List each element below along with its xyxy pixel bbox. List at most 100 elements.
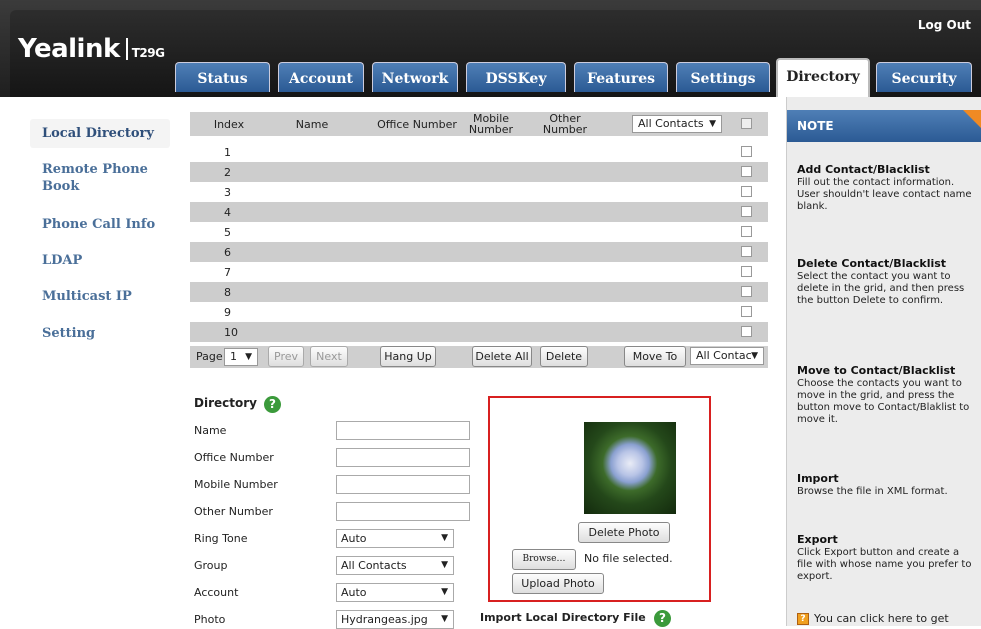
prev-button[interactable]: Prev — [268, 346, 304, 367]
next-button[interactable]: Next — [310, 346, 348, 367]
sidebar-item-local-directory[interactable]: Local Directory — [30, 119, 170, 148]
sidebar-item-ldap[interactable]: LDAP — [42, 252, 82, 269]
move-to-button[interactable]: Move To — [624, 346, 686, 367]
group-label: Group — [194, 559, 228, 572]
row-checkbox[interactable] — [741, 146, 752, 157]
tab-features[interactable]: Features — [574, 62, 668, 92]
row-checkbox[interactable] — [741, 246, 752, 257]
logout-link[interactable]: Log Out — [918, 18, 971, 32]
chevron-down-icon: ▼ — [441, 560, 448, 570]
table-row[interactable]: 3 — [190, 182, 768, 202]
row-checkbox[interactable] — [741, 286, 752, 297]
tab-directory[interactable]: Directory — [776, 58, 870, 97]
note-section-text: Click Export button and create a file wi… — [797, 547, 972, 582]
note-title: NOTE — [797, 119, 834, 133]
contacts-filter-value: All Contacts — [638, 117, 704, 130]
tab-account[interactable]: Account — [278, 62, 364, 92]
row-checkbox[interactable] — [741, 166, 752, 177]
logo-model: T29G — [131, 46, 165, 60]
tip-link[interactable]: You can click here to get — [814, 613, 981, 625]
ring-tone-select[interactable]: Auto ▼ — [336, 529, 454, 548]
tab-security[interactable]: Security — [876, 62, 972, 92]
row-index: 7 — [224, 266, 231, 279]
note-section-title: Export — [797, 533, 838, 546]
tab-status[interactable]: Status — [175, 62, 270, 92]
contact-photo — [584, 422, 676, 514]
sidebar-item-multicast-ip[interactable]: Multicast IP — [42, 288, 132, 305]
row-checkbox[interactable] — [741, 326, 752, 337]
directory-form-title: Directory — [194, 396, 257, 410]
delete-all-button[interactable]: Delete All — [472, 346, 532, 367]
note-corner-flag — [963, 110, 981, 128]
chevron-down-icon: ▼ — [441, 533, 448, 543]
photo-value: Hydrangeas.jpg — [341, 613, 428, 626]
ring-tone-label: Ring Tone — [194, 532, 248, 545]
table-row[interactable]: 6 — [190, 242, 768, 262]
group-select[interactable]: All Contacts ▼ — [336, 556, 454, 575]
other-number-field[interactable] — [336, 502, 470, 521]
note-section-title: Add Contact/Blacklist — [797, 163, 930, 176]
contacts-filter-select[interactable]: All Contacts ▼ — [632, 115, 722, 133]
grid-header: Index Name Office Number Mobile Number O… — [190, 112, 768, 136]
photo-select[interactable]: Hydrangeas.jpg ▼ — [336, 610, 454, 629]
chevron-down-icon: ▼ — [441, 587, 448, 597]
sidebar: Local Directory Remote Phone Book Phone … — [10, 97, 178, 626]
table-row[interactable]: 7 — [190, 262, 768, 282]
row-index: 4 — [224, 206, 231, 219]
photo-upload-panel: Delete Photo Browse… No file selected. U… — [488, 396, 711, 602]
delete-button[interactable]: Delete — [540, 346, 588, 367]
table-row[interactable]: 8 — [190, 282, 768, 302]
tip-icon: ? — [797, 613, 809, 625]
col-mobile-number: Mobile Number — [468, 112, 514, 136]
chevron-down-icon: ▼ — [441, 614, 448, 624]
hang-up-button[interactable]: Hang Up — [380, 346, 436, 367]
note-section-text: Fill out the contact information. User s… — [797, 177, 972, 212]
delete-photo-button[interactable]: Delete Photo — [578, 522, 670, 543]
import-help-icon[interactable]: ? — [654, 610, 671, 627]
row-index: 9 — [224, 306, 231, 319]
move-target-select[interactable]: All Contac ▼ — [690, 347, 764, 365]
header-bar: Yealink T29G Log Out Status Account Netwo… — [0, 0, 981, 97]
row-checkbox[interactable] — [741, 186, 752, 197]
sidebar-item-remote-phone-book[interactable]: Remote Phone Book — [42, 161, 152, 195]
row-checkbox[interactable] — [741, 206, 752, 217]
row-checkbox[interactable] — [741, 306, 752, 317]
group-value: All Contacts — [341, 559, 407, 572]
select-all-checkbox[interactable] — [741, 118, 752, 129]
row-index: 8 — [224, 286, 231, 299]
table-row[interactable]: 5 — [190, 222, 768, 242]
mobile-number-field[interactable] — [336, 475, 470, 494]
tab-dsskey[interactable]: DSSKey — [466, 62, 566, 92]
col-index: Index — [213, 117, 245, 131]
tab-network[interactable]: Network — [372, 62, 458, 92]
note-section-text: Browse the file in XML format. — [797, 486, 948, 497]
table-row[interactable]: 10 — [190, 322, 768, 342]
table-row[interactable]: 4 — [190, 202, 768, 222]
photo-label: Photo — [194, 613, 226, 626]
page-select[interactable]: 1 ▼ — [224, 348, 258, 366]
logo-separator — [125, 38, 128, 60]
table-row[interactable]: 9 — [190, 302, 768, 322]
col-other-number: Other Number — [542, 112, 588, 136]
row-index: 5 — [224, 226, 231, 239]
row-checkbox[interactable] — [741, 226, 752, 237]
tab-settings[interactable]: Settings — [676, 62, 770, 92]
upload-photo-button[interactable]: Upload Photo — [512, 573, 604, 594]
row-index: 10 — [224, 326, 238, 339]
name-field[interactable] — [336, 421, 470, 440]
row-checkbox[interactable] — [741, 266, 752, 277]
table-row[interactable]: 2 — [190, 162, 768, 182]
sidebar-item-setting[interactable]: Setting — [42, 325, 95, 342]
chevron-down-icon: ▼ — [751, 351, 758, 361]
help-icon[interactable]: ? — [264, 396, 281, 413]
note-section-text: Select the contact you want to delete in… — [797, 271, 965, 306]
other-number-label: Other Number — [194, 505, 273, 518]
browse-button[interactable]: Browse… — [512, 549, 576, 570]
logo-text: Yealink — [18, 34, 120, 64]
note-section-title: Delete Contact/Blacklist — [797, 257, 947, 270]
sidebar-item-phone-call-info[interactable]: Phone Call Info — [42, 216, 155, 233]
office-number-field[interactable] — [336, 448, 470, 467]
account-select[interactable]: Auto ▼ — [336, 583, 454, 602]
table-row[interactable]: 1 — [190, 142, 768, 162]
grid-toolbar: Page 1 ▼ Prev Next Hang Up Delete All Del… — [190, 346, 768, 368]
